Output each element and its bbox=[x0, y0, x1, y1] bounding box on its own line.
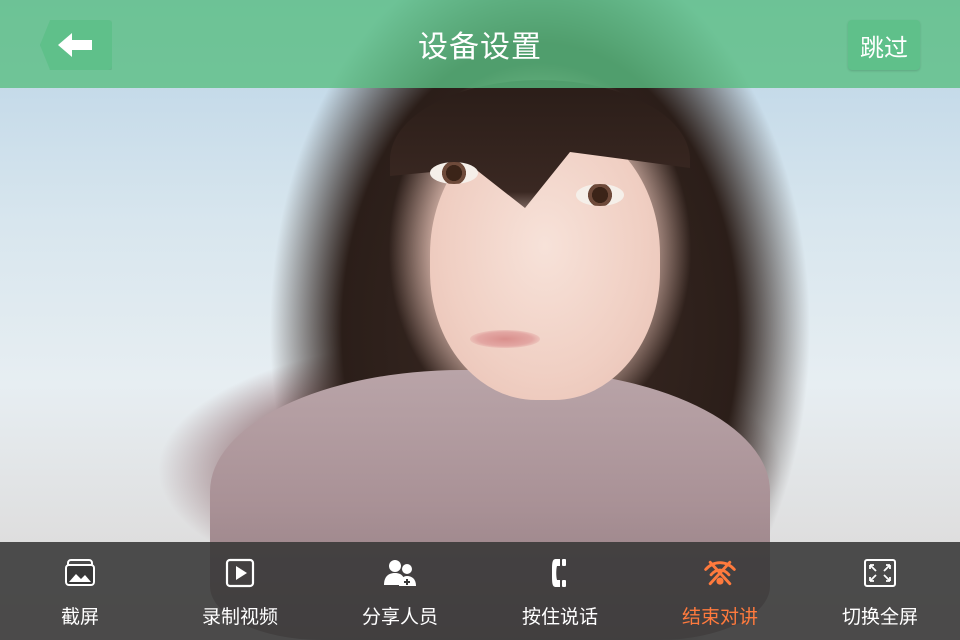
record-video-icon bbox=[223, 556, 257, 590]
skip-button[interactable]: 跳过 bbox=[848, 20, 920, 70]
end-intercom-icon bbox=[703, 556, 737, 590]
record-video-label: 录制视频 bbox=[201, 606, 278, 628]
end-intercom-button[interactable]: 结束对讲 bbox=[640, 542, 800, 640]
fullscreen-button[interactable]: 切换全屏 bbox=[800, 542, 960, 640]
screenshot-icon bbox=[63, 556, 97, 590]
push-to-talk-icon bbox=[543, 556, 577, 590]
share-people-label: 分享人员 bbox=[361, 606, 438, 628]
screenshot-button[interactable]: 截屏 bbox=[0, 542, 160, 640]
top-bar: 设备设置 跳过 bbox=[0, 0, 960, 88]
video-eye-right bbox=[576, 184, 624, 206]
video-eye-left bbox=[430, 162, 478, 184]
bottom-toolbar: 截屏 录制视频 分享人员 按住说话 结束对讲 切换全屏 bbox=[0, 542, 960, 640]
video-mouth bbox=[470, 330, 540, 348]
page-title: 设备设置 bbox=[418, 30, 542, 65]
record-video-button[interactable]: 录制视频 bbox=[160, 542, 320, 640]
end-intercom-label: 结束对讲 bbox=[681, 606, 758, 628]
push-to-talk-label: 按住说话 bbox=[521, 606, 598, 628]
screenshot-label: 截屏 bbox=[60, 606, 99, 628]
arrow-left-icon bbox=[58, 33, 92, 57]
back-button[interactable] bbox=[40, 20, 112, 70]
share-people-icon bbox=[383, 556, 417, 590]
push-to-talk-button[interactable]: 按住说话 bbox=[480, 542, 640, 640]
fullscreen-label: 切换全屏 bbox=[841, 606, 918, 628]
fullscreen-icon bbox=[863, 556, 897, 590]
share-people-button[interactable]: 分享人员 bbox=[320, 542, 480, 640]
